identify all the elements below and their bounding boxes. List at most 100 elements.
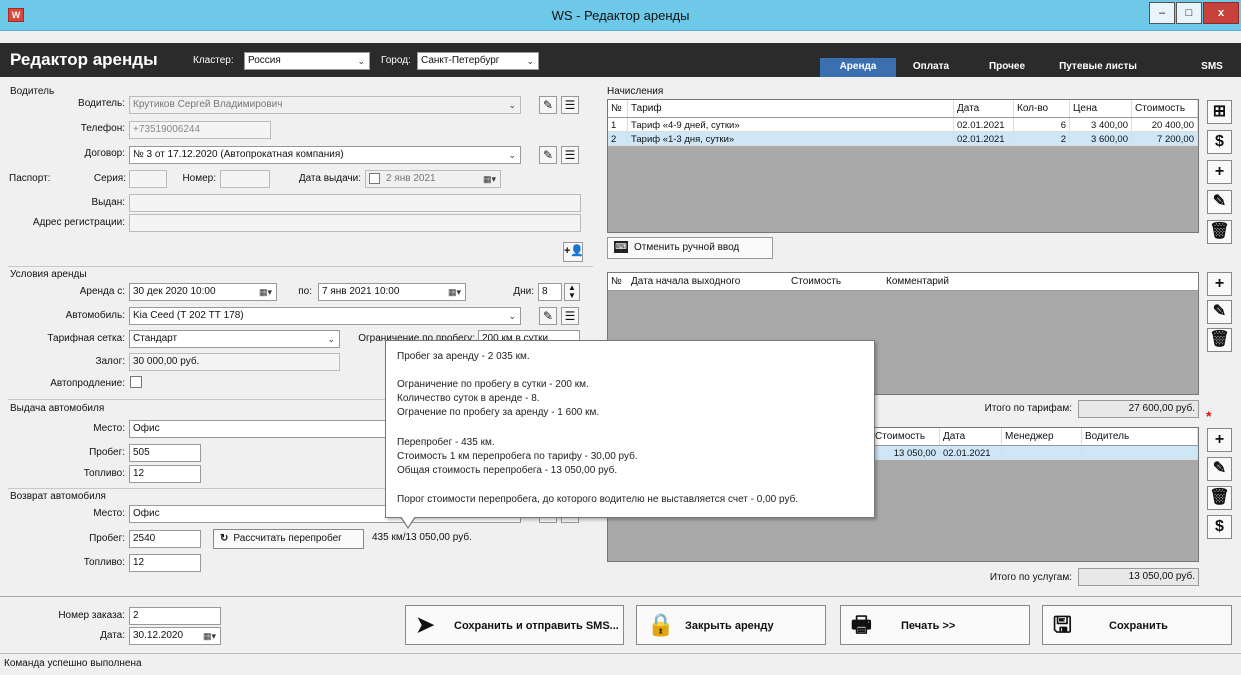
keyboard-icon: ⌨ <box>614 241 628 254</box>
column-header[interactable]: Дата <box>954 100 1014 117</box>
services-total-value: 13 050,00 руб. <box>1078 568 1199 586</box>
tab-other[interactable]: Прочее <box>980 58 1034 77</box>
car-label: Автомобиль: <box>65 310 125 321</box>
phone-label: Телефон: <box>80 123 125 134</box>
close-rent-button[interactable]: 🔒 Закрыть аренду <box>636 605 826 645</box>
divider <box>8 266 593 267</box>
tariff-select[interactable]: Стандарт ⌄ <box>129 330 340 348</box>
cluster-value: Россия <box>248 55 281 66</box>
recalc-overrun-button[interactable]: ↻ Рассчитать перепробег <box>213 529 364 549</box>
number-field[interactable] <box>220 170 270 188</box>
save-button[interactable]: 🖫 Сохранить <box>1042 605 1232 645</box>
number-label: Номер: <box>182 173 216 184</box>
column-header[interactable]: Менеджер <box>1002 428 1082 445</box>
tooltip-line: Порог стоимости перепробега, до которого… <box>397 494 799 505</box>
pencil-icon[interactable]: ✎ <box>1207 190 1232 214</box>
required-marker: * <box>1206 408 1212 424</box>
issue-fuel-label: Топливо: <box>83 468 125 479</box>
tab-waybills[interactable]: Путевые листы <box>1043 58 1153 77</box>
column-header[interactable]: Цена <box>1070 100 1132 117</box>
calendar-icon: ▦▾ <box>482 174 496 184</box>
pencil-icon[interactable]: ✎ <box>1207 457 1232 481</box>
issue-mileage-label: Пробег: <box>89 447 125 458</box>
print-label: Печать >> <box>901 620 956 632</box>
order-number-field[interactable]: 2 <box>129 607 221 625</box>
column-header[interactable]: Дата начала выходного <box>628 273 788 290</box>
column-header[interactable]: Кол-во <box>1014 100 1070 117</box>
return-fuel-field[interactable]: 12 <box>129 554 201 572</box>
order-date-value: 30.12.2020 <box>133 630 184 641</box>
pencil-icon[interactable]: ✎ <box>1207 300 1232 324</box>
tab-payment[interactable]: Оплата <box>902 58 960 77</box>
issue-fuel-field[interactable]: 12 <box>129 465 201 483</box>
issue-date-checkbox[interactable] <box>369 172 380 184</box>
close-rent-label: Закрыть аренду <box>685 620 774 632</box>
table-row[interactable]: 1 Тариф «4-9 дней, сутки» 02.01.2021 6 3… <box>608 118 1198 132</box>
maximize-button[interactable]: □ <box>1176 2 1202 24</box>
plus-icon[interactable]: + <box>1207 272 1232 296</box>
order-date-picker[interactable]: 30.12.2020 ▦▾ <box>129 627 221 645</box>
rent-to-picker[interactable]: 7 янв 2021 10:00 ▦▾ <box>318 283 466 301</box>
list-icon[interactable]: ☰ <box>561 146 579 164</box>
issue-group-title: Выдача автомобиля <box>10 403 105 414</box>
edit-driver-icon[interactable]: ✎ <box>539 96 557 114</box>
trash-icon[interactable]: 🗑 <box>1207 328 1232 352</box>
column-header[interactable]: Водитель <box>1082 428 1198 445</box>
close-button[interactable]: x <box>1203 2 1239 24</box>
dollar-icon[interactable]: $ <box>1207 130 1232 154</box>
days-field[interactable]: 8 <box>538 283 562 301</box>
deposit-field[interactable]: 30 000,00 руб. <box>129 353 340 371</box>
list-icon[interactable]: ☰ <box>561 96 579 114</box>
city-select[interactable]: Санкт-Петербург ⌄ <box>417 52 539 70</box>
series-field[interactable] <box>129 170 167 188</box>
cancel-manual-input-button[interactable]: ⌨ Отменить ручной ввод <box>607 237 773 259</box>
issue-date-picker[interactable]: 2 янв 2021 ▦▾ <box>365 170 501 188</box>
column-header[interactable]: Тариф <box>628 100 954 117</box>
plus-icon[interactable]: + <box>1207 160 1232 184</box>
status-bar: Команда успешно выполнена <box>0 653 1241 675</box>
driver-select[interactable]: Крутиков Сергей Владимирович ⌄ <box>129 96 521 114</box>
contract-select[interactable]: № 3 от 17.12.2020 (Автопрокатная компани… <box>129 146 521 164</box>
trash-icon[interactable]: 🗑 <box>1207 486 1232 510</box>
rent-from-value: 30 дек 2020 10:00 <box>133 286 216 297</box>
trash-icon[interactable]: 🗑 <box>1207 220 1232 244</box>
chevron-down-icon: ⌄ <box>526 56 534 66</box>
tab-rent[interactable]: Аренда <box>820 58 896 77</box>
column-header[interactable]: Стоимость <box>872 428 940 445</box>
address-field[interactable] <box>129 214 581 232</box>
save-and-send-sms-button[interactable]: ➤ Сохранить и отправить SMS... <box>405 605 624 645</box>
chevron-down-icon: ⌄ <box>508 100 516 110</box>
driver-value: Крутиков Сергей Владимирович <box>133 99 283 110</box>
column-header[interactable]: № <box>608 100 628 117</box>
table-cell: 7 200,00 <box>1132 132 1198 145</box>
tariff-label: Тарифная сетка: <box>47 333 125 344</box>
print-button[interactable]: 🖶 Печать >> <box>840 605 1030 645</box>
phone-field[interactable]: +73519006244 <box>129 121 271 139</box>
edit-car-icon[interactable]: ✎ <box>539 307 557 325</box>
issue-place-select[interactable]: Офис <box>129 420 387 438</box>
table-row[interactable]: 2 Тариф «1-3 дня, сутки» 02.01.2021 2 3 … <box>608 132 1198 146</box>
cancel-manual-label: Отменить ручной ввод <box>634 242 740 253</box>
days-spinner[interactable]: ▲ ▼ <box>564 283 580 301</box>
cluster-select[interactable]: Россия ⌄ <box>244 52 370 70</box>
add-user-icon[interactable]: +👤 <box>563 242 584 262</box>
autorenew-checkbox[interactable] <box>130 376 142 388</box>
column-header[interactable]: Дата <box>940 428 1002 445</box>
rent-from-picker[interactable]: 30 дек 2020 10:00 ▦▾ <box>129 283 277 301</box>
return-place-value: Офис <box>133 508 160 519</box>
column-header[interactable]: № <box>608 273 628 290</box>
plus-icon[interactable]: + <box>1207 428 1232 452</box>
column-header[interactable]: Стоимость <box>788 273 883 290</box>
edit-contract-icon[interactable]: ✎ <box>539 146 557 164</box>
table-edit-icon[interactable]: ⊞ <box>1207 100 1232 124</box>
return-mileage-field[interactable]: 2540 <box>129 530 201 548</box>
tab-sms[interactable]: SMS <box>1194 58 1230 77</box>
car-select[interactable]: Kia Ceed (Т 202 ТТ 178) ⌄ <box>129 307 521 325</box>
column-header[interactable]: Стоимость <box>1132 100 1198 117</box>
dollar-icon[interactable]: $ <box>1207 515 1232 539</box>
minimize-button[interactable]: – <box>1149 2 1175 24</box>
column-header[interactable]: Комментарий <box>883 273 1083 290</box>
issued-by-field[interactable] <box>129 194 581 212</box>
issue-mileage-field[interactable]: 505 <box>129 444 201 462</box>
list-icon[interactable]: ☰ <box>561 307 579 325</box>
